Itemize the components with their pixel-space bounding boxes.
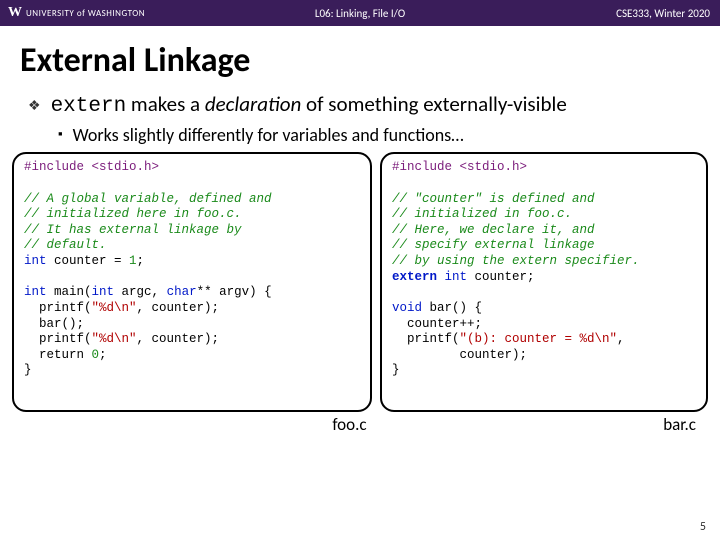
code-box-foo: #include <stdio.h> // A global variable,…: [12, 152, 372, 412]
page-number: 5: [700, 520, 706, 534]
logo-w-icon: W: [8, 5, 22, 21]
university-logo: W UNIVERSITY of WASHINGTON: [0, 5, 145, 21]
bullet-level2: ▪ Works slightly differently for variabl…: [58, 124, 698, 146]
file-label-left: foo.c: [18, 414, 381, 435]
content-area: ❖ extern makes a declaration of somethin…: [0, 91, 720, 146]
file-label-right: bar.c: [381, 414, 702, 435]
extern-keyword: extern: [51, 95, 127, 118]
code-box-bar: #include <stdio.h> // "counter" is defin…: [380, 152, 708, 412]
university-name: UNIVERSITY of WASHINGTON: [26, 8, 145, 19]
bullet1-text: extern makes a declaration of something …: [51, 91, 567, 120]
diamond-bullet-icon: ❖: [28, 97, 41, 114]
file-labels: foo.c bar.c: [0, 412, 720, 435]
lecture-title: L06: Linking, File I/O: [315, 7, 405, 20]
slide-title: External Linkage: [0, 26, 720, 91]
course-info: CSE333, Winter 2020: [616, 7, 710, 20]
square-bullet-icon: ▪: [58, 127, 63, 142]
bullet2-text: Works slightly differently for variables…: [73, 124, 464, 146]
code-row: #include <stdio.h> // A global variable,…: [0, 152, 720, 412]
bullet-level1: ❖ extern makes a declaration of somethin…: [28, 91, 698, 120]
top-bar: W UNIVERSITY of WASHINGTON L06: Linking,…: [0, 0, 720, 26]
